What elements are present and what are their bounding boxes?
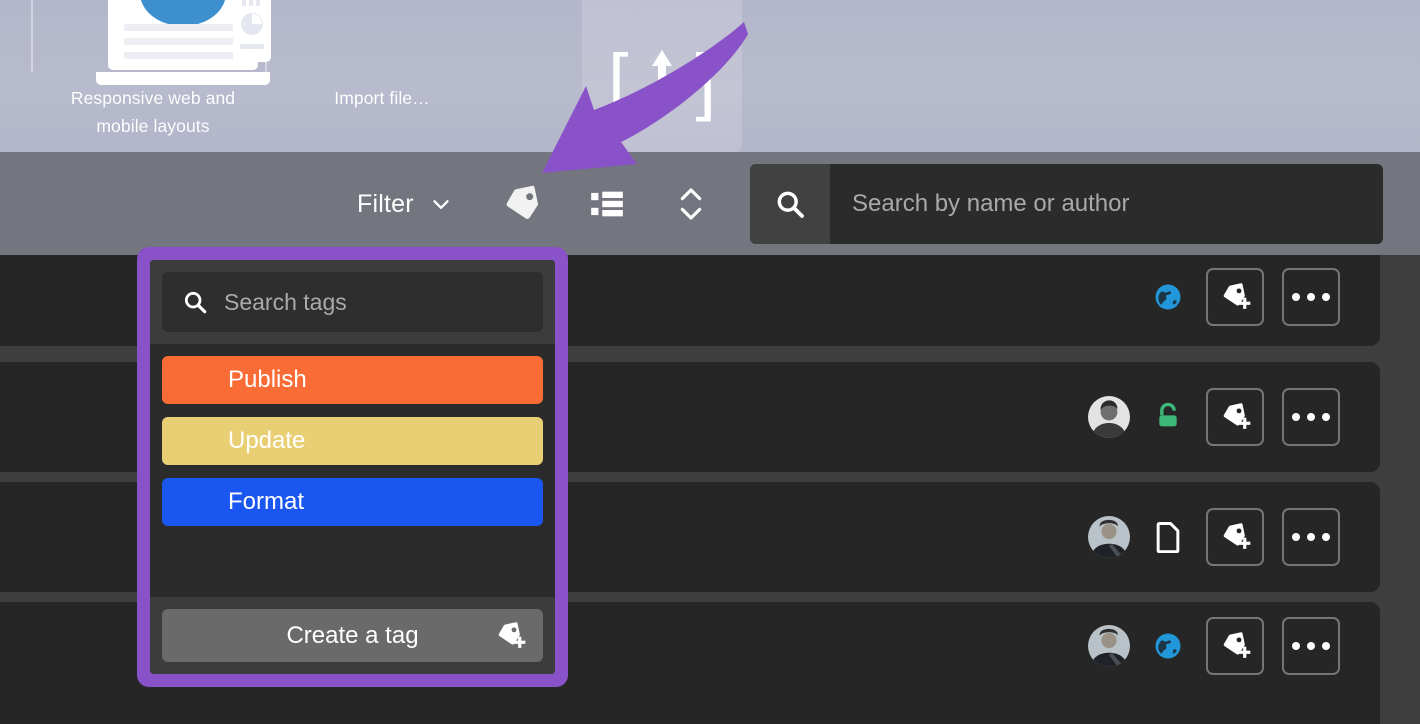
tag-option-update[interactable]: Update	[162, 417, 543, 465]
more-horizontal-icon	[1292, 413, 1330, 421]
tag-dropdown-panel: Publish Update Format Create a tag	[137, 247, 568, 687]
more-horizontal-icon	[1292, 533, 1330, 541]
tag-search-box[interactable]	[162, 272, 543, 332]
add-tag-button[interactable]	[1206, 617, 1264, 675]
more-horizontal-icon	[1292, 642, 1330, 650]
add-tag-button[interactable]	[1206, 267, 1264, 326]
search-input[interactable]	[830, 164, 1383, 244]
globe-icon	[1148, 275, 1188, 319]
add-tag-button[interactable]	[1206, 508, 1264, 566]
tag-dropdown-footer: Create a tag	[150, 597, 555, 674]
more-options-button[interactable]	[1282, 267, 1340, 326]
chevron-down-icon	[433, 200, 449, 209]
more-horizontal-icon	[1292, 292, 1330, 301]
template-gallery: Responsive web and mobile layouts [ ] Im…	[0, 0, 1420, 152]
more-options-button[interactable]	[1282, 508, 1340, 566]
gallery-divider	[31, 0, 33, 72]
more-options-button[interactable]	[1282, 388, 1340, 446]
tag-list: Publish Update Format	[150, 344, 555, 597]
row-actions	[1088, 362, 1340, 472]
file-icon	[1148, 515, 1188, 559]
laptop-phone-thumbnail-icon	[88, 0, 288, 152]
tag-search-input[interactable]	[224, 288, 523, 316]
tag-option-publish[interactable]: Publish	[162, 356, 543, 404]
tag-icon[interactable]	[498, 180, 546, 228]
create-tag-label: Create a tag	[286, 621, 419, 649]
filter-dropdown-button[interactable]: Filter	[357, 180, 454, 228]
filter-label: Filter	[357, 189, 414, 218]
search-icon[interactable]	[750, 164, 830, 244]
import-brackets-thumbnail-icon: [ ]	[582, 0, 742, 152]
avatar	[1088, 625, 1130, 667]
row-actions	[1148, 255, 1340, 346]
lock-icon	[1148, 395, 1188, 439]
avatar	[1088, 516, 1130, 558]
add-tag-button[interactable]	[1206, 388, 1264, 446]
avatar	[1088, 396, 1130, 438]
tag-search-section	[150, 260, 555, 344]
template-label: Import file…	[334, 88, 430, 108]
search-icon	[182, 289, 208, 315]
create-tag-button[interactable]: Create a tag	[162, 609, 543, 662]
template-card-responsive-web[interactable]: Responsive web and mobile layouts	[33, 0, 273, 140]
tag-dropdown-inner: Publish Update Format Create a tag	[150, 260, 555, 674]
globe-icon	[1148, 624, 1188, 668]
template-card-import-file[interactable]: [ ] Import file…	[280, 0, 742, 152]
more-options-button[interactable]	[1282, 617, 1340, 675]
search-box[interactable]	[750, 164, 1383, 244]
app-root: Responsive web and mobile layouts [ ] Im…	[0, 0, 1420, 724]
row-actions	[1088, 602, 1340, 690]
tag-plus-icon	[494, 620, 526, 652]
tag-option-format[interactable]: Format	[162, 478, 543, 526]
list-view-icon[interactable]	[583, 180, 631, 228]
sort-updown-icon[interactable]	[667, 180, 715, 228]
row-actions	[1088, 482, 1340, 592]
upload-arrow-icon	[652, 50, 672, 106]
